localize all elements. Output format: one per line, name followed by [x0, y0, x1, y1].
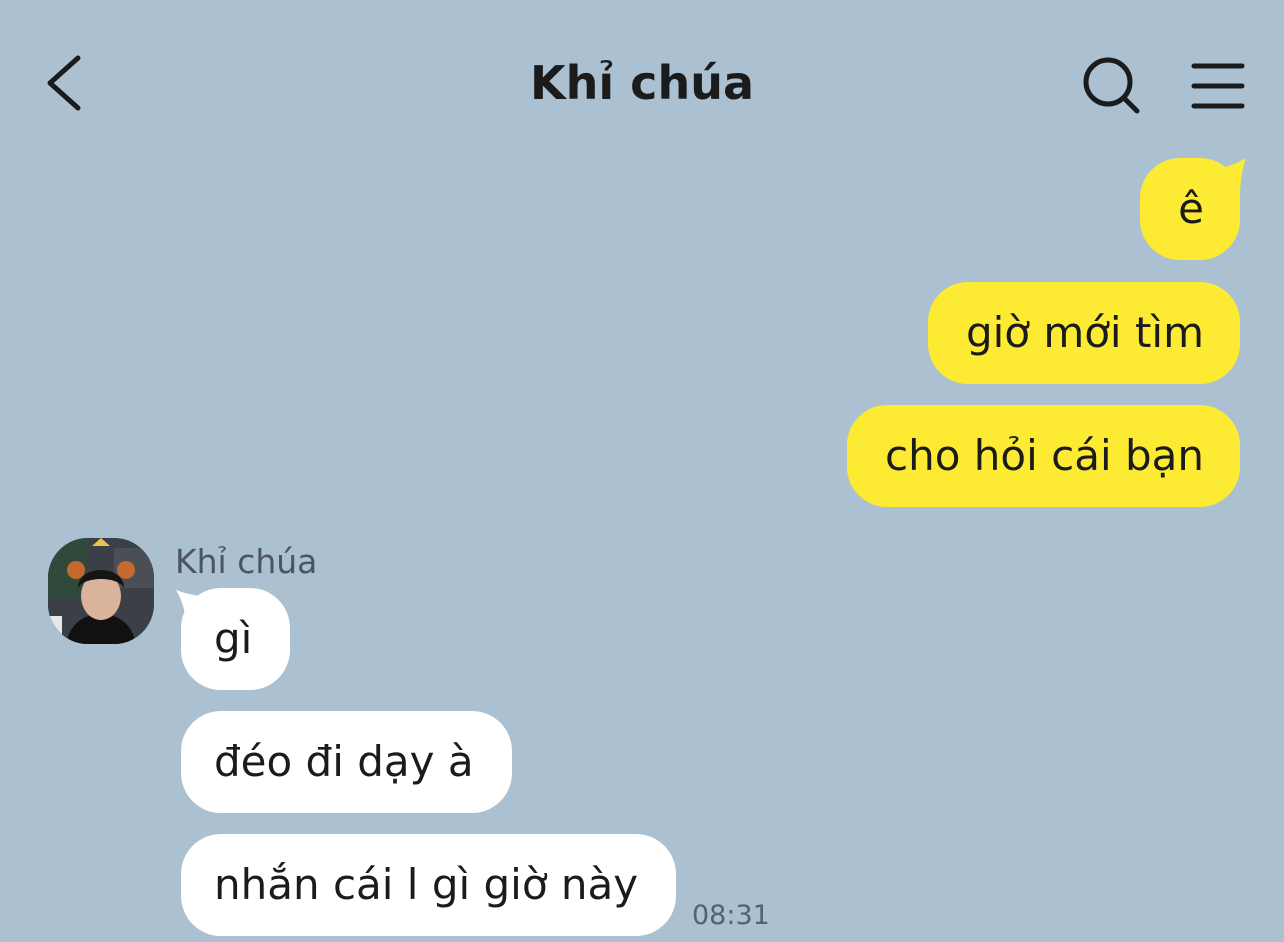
sender-avatar[interactable]: [48, 538, 154, 644]
outgoing-message-bubble[interactable]: ê: [1140, 158, 1240, 260]
chat-header: Khỉ chúa: [0, 0, 1284, 150]
sender-name: Khỉ chúa: [175, 542, 318, 581]
search-button[interactable]: [1080, 54, 1144, 118]
outgoing-message-bubble[interactable]: cho hỏi cái bạn: [847, 405, 1240, 507]
message-text: cho hỏi cái bạn: [885, 431, 1204, 480]
message-text: giờ mới tìm: [965, 308, 1204, 357]
message-text: ê: [1178, 184, 1204, 233]
chevron-left-icon: [47, 55, 81, 111]
avatar-photo: [48, 538, 154, 644]
message-text: gì: [214, 614, 253, 663]
incoming-message-bubble[interactable]: gì: [181, 588, 291, 690]
incoming-message-bubble[interactable]: đéo đi dạy à: [181, 711, 512, 813]
hamburger-menu-icon: [1191, 63, 1245, 109]
back-button[interactable]: [38, 52, 98, 116]
message-timestamp: 08:31: [692, 900, 770, 931]
incoming-message-bubble[interactable]: nhắn cái l gì giờ này: [181, 834, 677, 936]
message-text: nhắn cái l gì giờ này: [214, 860, 639, 909]
message-text: đéo đi dạy à: [214, 737, 474, 786]
outgoing-message-bubble[interactable]: giờ mới tìm: [927, 282, 1240, 384]
search-icon: [1083, 57, 1140, 114]
menu-button[interactable]: [1188, 58, 1248, 114]
